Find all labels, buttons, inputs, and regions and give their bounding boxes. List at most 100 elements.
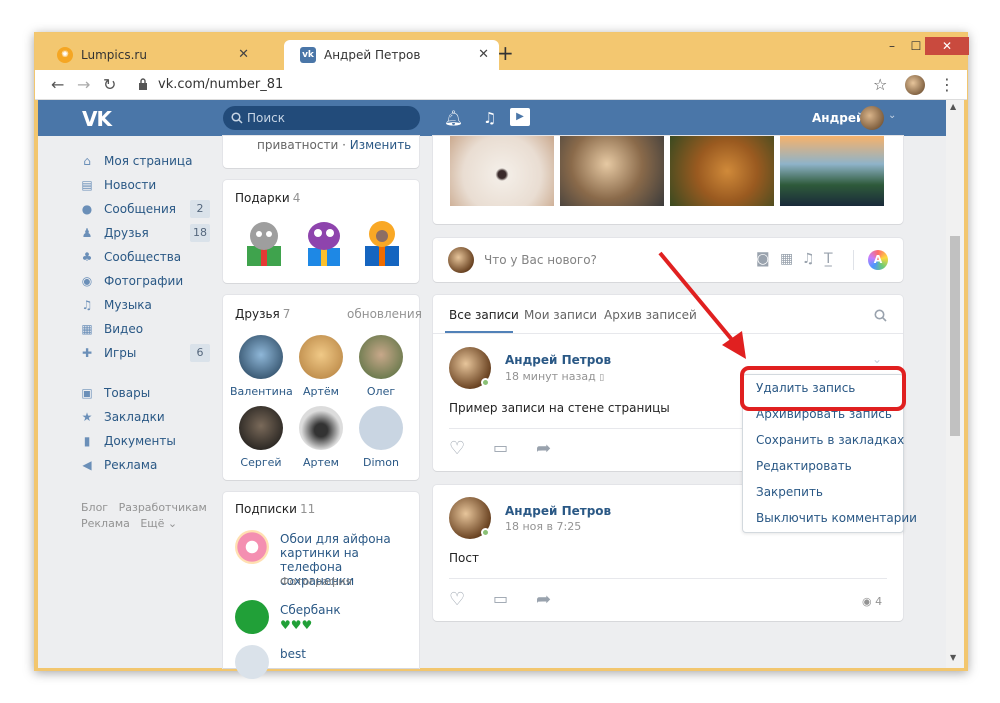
url-text: vk.com/number_81 [158, 77, 284, 92]
composer-avatar[interactable] [448, 247, 474, 273]
gift-cat-icon[interactable] [239, 216, 289, 268]
tab-all-posts[interactable]: Все записи [449, 308, 519, 322]
like-icon[interactable]: ♡ [449, 589, 465, 610]
best-avatar[interactable] [235, 645, 269, 679]
sidebar-item-home[interactable]: ⌂ Моя страница [80, 151, 192, 171]
tab-vk[interactable]: vk Андрей Петров ✕ [284, 40, 499, 70]
friends-title[interactable]: Друзья 7 [235, 307, 290, 321]
sidebar-item-messages[interactable]: ● Сообщения [80, 199, 176, 219]
photo-dog[interactable] [670, 136, 774, 206]
sberbank-hearts: ♥♥♥ [280, 618, 313, 632]
subscriptions-count: 11 [299, 502, 316, 516]
search-input[interactable]: Поиск [223, 106, 420, 130]
sidebar-badge[interactable]: 18 [190, 224, 210, 242]
gifts-title[interactable]: Подарки 4 [235, 191, 300, 205]
back-arrow-icon[interactable]: ← [51, 75, 64, 94]
sidebar-item-photos[interactable]: ◉ Фотографии [80, 271, 183, 291]
scroll-down-arrow-icon[interactable]: ▼ [950, 653, 956, 662]
sidebar-item-documents[interactable]: ▮ Документы [80, 431, 176, 451]
like-icon[interactable]: ♡ [449, 438, 465, 459]
friend-artyom[interactable]: Артём [290, 335, 352, 398]
tab-label: Lumpics.ru [81, 48, 147, 62]
theme-icon[interactable]: A [868, 250, 888, 270]
post-1-time[interactable]: 18 минут назад ▯ [505, 370, 604, 383]
chevron-down-icon[interactable]: ⌄ [888, 110, 896, 121]
menu-item-edit-post[interactable]: Редактировать [756, 459, 852, 473]
header-user-name[interactable]: Андрей [812, 111, 864, 125]
profile-avatar[interactable] [905, 75, 925, 95]
menu-item-save-bookmark[interactable]: Сохранить в закладках [756, 433, 904, 447]
tab-my-posts[interactable]: Мои записи [524, 308, 597, 322]
photo-landscape[interactable] [780, 136, 884, 206]
scrollbar-thumb[interactable] [950, 236, 960, 436]
more-link[interactable]: Ещё ⌄ [140, 517, 177, 530]
post-1-author[interactable]: Андрей Петров [505, 353, 611, 367]
menu-item-pin-post[interactable]: Закрепить [756, 485, 823, 499]
sidebar-item-label: Товары [104, 386, 151, 400]
friend-sergey[interactable]: Сергей [230, 406, 292, 469]
tab-lumpics[interactable]: ✺ Lumpics.ru ✕ [41, 40, 259, 70]
sidebar-item-label: Моя страница [104, 154, 193, 168]
friend-dimon[interactable]: Dimon [350, 406, 412, 469]
ads-link[interactable]: Реклама [81, 517, 130, 530]
music-icon[interactable]: ♫ [483, 109, 496, 127]
sidebar-item-label: Документы [104, 434, 176, 448]
photo-fox[interactable] [450, 136, 554, 206]
close-tab-icon[interactable]: ✕ [238, 47, 249, 62]
subscription-sberbank[interactable]: Сбербанк [280, 603, 341, 617]
sidebar-item-games[interactable]: ✚ Игры [80, 343, 136, 363]
vk-logo[interactable]: VK [82, 107, 112, 131]
friend-artem[interactable]: Артем [290, 406, 352, 469]
text-format-icon[interactable]: T̲ [824, 251, 833, 267]
sidebar-item-news[interactable]: ▤ Новости [80, 175, 156, 195]
bookmark-star-icon[interactable]: ☆ [873, 75, 887, 94]
privacy-change-link[interactable]: Изменить [350, 138, 412, 152]
reload-icon[interactable]: ↻ [103, 75, 116, 94]
friend-oleg[interactable]: Олег [350, 335, 412, 398]
scroll-up-arrow-icon[interactable]: ▲ [950, 102, 956, 111]
video-icon[interactable]: ▦ [780, 251, 793, 267]
gifts-title-text: Подарки [235, 191, 290, 205]
forward-arrow-icon[interactable]: → [77, 75, 90, 94]
subscription-best[interactable]: best [280, 647, 306, 661]
comment-icon[interactable]: ▭ [493, 589, 508, 608]
audio-icon[interactable]: ♫ [802, 251, 815, 267]
post-2-author[interactable]: Андрей Петров [505, 504, 611, 518]
bell-icon[interactable]: 🔔︎ [444, 109, 463, 127]
sberbank-logo[interactable] [235, 600, 269, 634]
sidebar-item-ads[interactable]: ◀ Реклама [80, 455, 157, 475]
header-avatar[interactable] [860, 106, 884, 130]
sidebar-badge[interactable]: 6 [190, 344, 210, 362]
minimize-button[interactable]: – [879, 37, 905, 55]
photo-kitten[interactable] [560, 136, 664, 206]
browser-menu-icon[interactable]: ⋮ [939, 75, 955, 94]
friend-valentina[interactable]: Валентина [230, 335, 293, 398]
sidebar-item-friends[interactable]: ♟ Друзья [80, 223, 149, 243]
close-tab-icon[interactable]: ✕ [478, 47, 489, 62]
sidebar-item-video[interactable]: ▦ Видео [80, 319, 143, 339]
share-icon[interactable]: ➦ [536, 438, 551, 459]
friends-updates-link[interactable]: обновления [347, 307, 422, 321]
new-tab-button[interactable]: + [497, 41, 514, 65]
wall-search-icon[interactable] [874, 309, 887, 322]
sidebar-badge[interactable]: 2 [190, 200, 210, 218]
sidebar-item-music[interactable]: ♫ Музыка [80, 295, 152, 315]
share-icon[interactable]: ➦ [536, 589, 551, 610]
post-menu-chevron-icon[interactable]: ⌄ [872, 352, 882, 366]
gift-monster-icon[interactable] [299, 216, 349, 268]
comment-icon[interactable]: ▭ [493, 438, 508, 457]
post-2-time[interactable]: 18 ноя в 7:25 [505, 520, 581, 533]
window-close-button[interactable]: ✕ [925, 37, 969, 55]
sidebar-item-bookmarks[interactable]: ★ Закладки [80, 407, 165, 427]
developers-link[interactable]: Разработчикам [119, 501, 207, 514]
sidebar-item-market[interactable]: ▣ Товары [80, 383, 150, 403]
menu-item-disable-comments[interactable]: Выключить комментарии [756, 511, 917, 525]
composer-input[interactable]: Что у Вас нового? [484, 253, 597, 267]
donut-avatar[interactable] [235, 530, 269, 564]
url-input[interactable]: vk.com/number_81 [130, 72, 890, 98]
sidebar-item-groups[interactable]: ♣ Сообщества [80, 247, 182, 267]
gift-bear-icon[interactable] [357, 216, 407, 268]
subscriptions-title[interactable]: Подписки 11 [235, 502, 315, 516]
blog-link[interactable]: Блог [81, 501, 108, 514]
play-icon[interactable]: ▶ [510, 108, 530, 126]
